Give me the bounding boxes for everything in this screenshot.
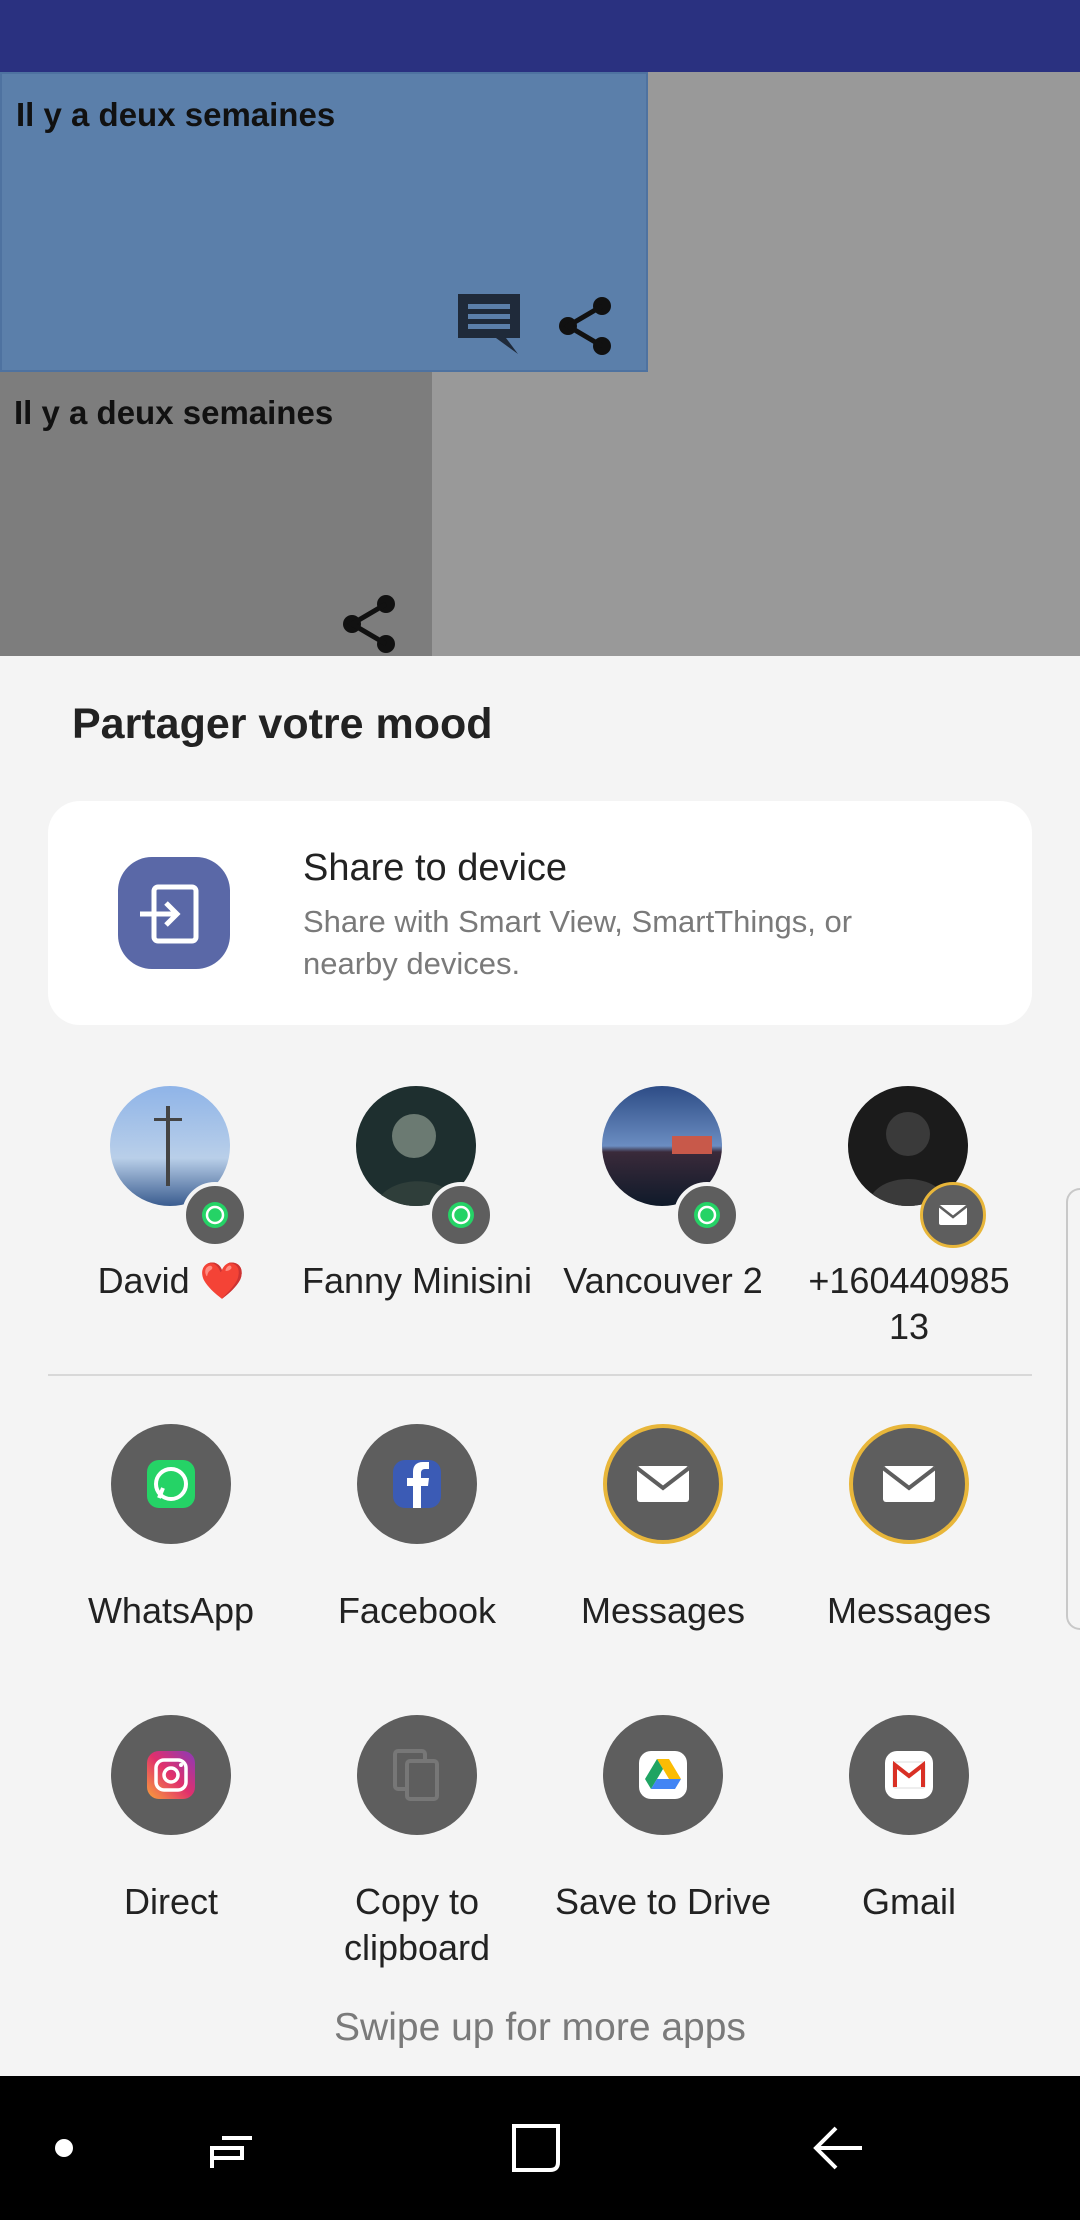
contact-vancouver[interactable]: Vancouver 2 — [540, 1086, 786, 1356]
app-label: Messages — [580, 1590, 746, 1631]
contact-fanny[interactable]: Fanny Minisini — [294, 1086, 540, 1356]
app-facebook[interactable]: Facebook — [294, 1424, 540, 1654]
home-icon[interactable] — [508, 2120, 564, 2180]
mood-card[interactable]: Il y a deux semaines — [0, 372, 432, 656]
drive-icon — [603, 1715, 723, 1835]
swipe-up-hint: Swipe up for more apps — [334, 2006, 746, 2049]
edge-panel-handle[interactable] — [1066, 1188, 1080, 1630]
comment-icon[interactable] — [454, 292, 524, 362]
whatsapp-icon — [182, 1182, 248, 1248]
mail-icon — [920, 1182, 986, 1248]
share-device-subtitle: Share with Smart View, SmartThings, or n… — [303, 904, 853, 981]
app-copy-to-clipboard[interactable]: Copy to clipboard — [294, 1715, 540, 1985]
share-icon[interactable] — [558, 296, 614, 360]
app-gmail[interactable]: Gmail — [786, 1715, 1032, 1985]
share-device-icon — [118, 857, 230, 969]
share-sheet-title: Partager votre mood — [72, 700, 493, 748]
app-label: Direct — [123, 1881, 218, 1922]
share-sheet: Partager votre mood Share to device Shar… — [0, 656, 1080, 2076]
app-label: WhatsApp — [87, 1590, 255, 1631]
gmail-icon — [849, 1715, 969, 1835]
app-label: Facebook — [337, 1590, 497, 1631]
messages-icon — [849, 1424, 969, 1544]
mood-card-date: Il y a deux semaines — [14, 394, 334, 431]
app-messages[interactable]: Messages — [540, 1424, 786, 1654]
whatsapp-icon — [111, 1424, 231, 1544]
contact-name: Fanny Minisini — [301, 1260, 533, 1301]
back-icon[interactable] — [810, 2120, 866, 2180]
whatsapp-icon — [674, 1182, 740, 1248]
divider — [48, 1374, 1032, 1376]
share-icon[interactable] — [342, 594, 398, 658]
copy-icon — [357, 1715, 477, 1835]
app-messages[interactable]: Messages — [786, 1424, 1032, 1654]
contact-phone-number[interactable]: +16044098513 — [786, 1086, 1032, 1356]
messages-icon — [603, 1424, 723, 1544]
contact-name: Vancouver 2 — [563, 1260, 763, 1301]
app-label: Messages — [826, 1590, 992, 1631]
app-direct[interactable]: Direct — [48, 1715, 294, 1985]
app-label: Copy to clipboard — [343, 1881, 491, 1968]
mood-card[interactable]: Il y a deux semaines — [0, 72, 648, 372]
navigation-bar — [0, 2076, 1080, 2220]
app-save-to-drive[interactable]: Save to Drive — [540, 1715, 786, 1985]
app-label: Gmail — [861, 1881, 956, 1922]
app-whatsapp[interactable]: WhatsApp — [48, 1424, 294, 1654]
facebook-icon — [357, 1424, 477, 1544]
app-bar — [0, 0, 1080, 72]
instagram-icon — [111, 1715, 231, 1835]
contact-name: David ❤️ — [97, 1260, 245, 1301]
dot-icon — [54, 2138, 74, 2162]
app-label: Save to Drive — [554, 1881, 772, 1922]
share-device-title: Share to device — [303, 847, 568, 889]
share-to-device-button[interactable]: Share to device Share with Smart View, S… — [48, 801, 1032, 1025]
mood-card-date: Il y a deux semaines — [16, 96, 336, 133]
contact-david[interactable]: David ❤️ — [48, 1086, 294, 1356]
whatsapp-icon — [428, 1182, 494, 1248]
recent-apps-icon[interactable] — [206, 2122, 258, 2178]
contact-name: +16044098513 — [808, 1260, 1010, 1347]
